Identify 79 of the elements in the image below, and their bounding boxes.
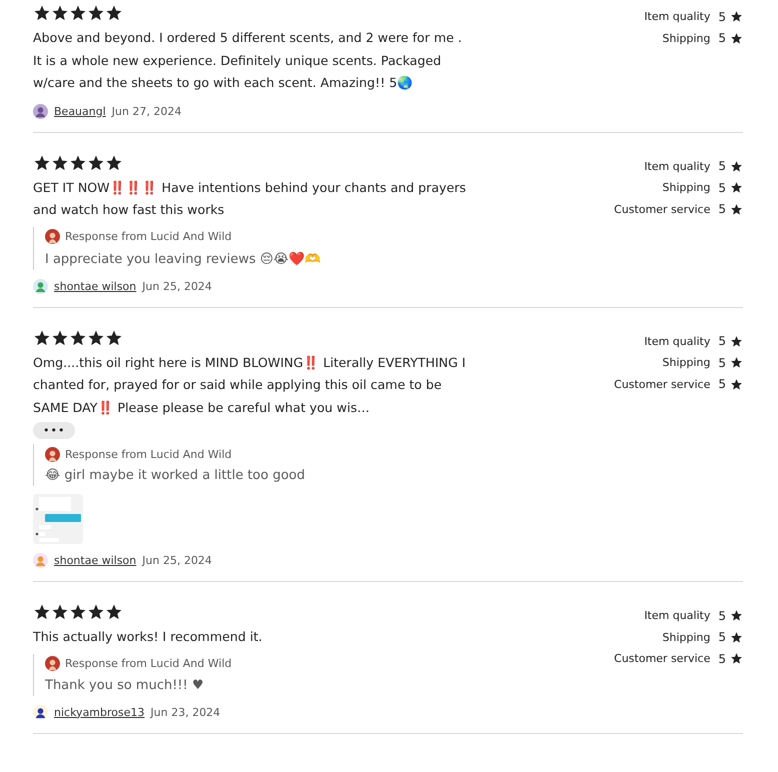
reviewer-link[interactable]: shontae wilson — [54, 554, 136, 567]
star-icon — [105, 603, 123, 621]
star-icon — [730, 378, 743, 391]
star-icon — [105, 328, 123, 346]
rating-label: Customer service — [614, 378, 710, 391]
avatar — [33, 104, 48, 118]
response-text: I appreciate you leaving reviews 😔😭❤🫶 — [45, 250, 321, 266]
star-icon — [51, 154, 69, 172]
star-icon — [730, 160, 743, 173]
review-date: Jun 25, 2024 — [142, 280, 212, 292]
star-icon — [87, 154, 105, 172]
rating-label: Item quality — [644, 160, 710, 173]
rating-value: 5 — [718, 202, 726, 216]
star-icon — [69, 328, 87, 346]
review-text: Omg....this oil right here is MIND BLOWING‼ Literally EVERYTHING I chanted for, prayed for or said while applying this oil came to be SAME DAY‼ Please please be careful what you wis… — [33, 354, 467, 417]
rating-value: 5 — [718, 356, 726, 370]
star-icon — [51, 4, 69, 22]
star-icon — [69, 154, 87, 172]
reviewer-link[interactable]: nickyambrose13 — [54, 706, 145, 718]
rating-value: 5 — [718, 159, 726, 174]
star-icon — [69, 4, 87, 22]
rating-label: Item quality — [644, 609, 710, 622]
rating-label: Customer service — [614, 652, 710, 666]
star-icon — [33, 603, 51, 621]
review-text: Above and beyond. I ordered 5 different scents, and 2 were for me . It is a whole new experience. Definitely unique scents. Packaged w/care and the sheets to go with each scent. Amazing!! 5🌏 — [33, 29, 463, 92]
rating-value: 5 — [718, 31, 726, 46]
star-icon — [730, 630, 743, 644]
star-icon — [105, 154, 123, 172]
rating-value: 5 — [718, 652, 726, 666]
avatar — [33, 553, 48, 568]
avatar — [33, 278, 48, 294]
star-icon — [87, 603, 105, 621]
reviewer-link[interactable]: Beauangl — [54, 104, 106, 118]
avatar — [33, 704, 48, 720]
more-button[interactable]: ••• — [33, 422, 76, 439]
shop-avatar — [45, 446, 60, 462]
star-icon — [730, 652, 743, 666]
response-label: Response from Lucid And Wild — [65, 448, 232, 460]
star-icon — [105, 4, 123, 22]
review-date: Jun 23, 2024 — [150, 706, 220, 718]
star-icon — [69, 603, 87, 621]
star-icon — [87, 328, 105, 346]
rating-value: 5 — [718, 377, 726, 392]
review-date: Jun 27, 2024 — [112, 104, 182, 118]
response-text: Thank you so much!!! ♥ — [45, 678, 205, 692]
shop-avatar — [45, 656, 60, 671]
rating-label: Shipping — [662, 181, 710, 194]
review-text: This actually works! I recommend it. — [33, 628, 264, 646]
star-icon — [730, 202, 743, 216]
rating-value: 5 — [718, 10, 726, 24]
rating-label: Shipping — [662, 630, 710, 644]
rating-label: Item quality — [644, 10, 710, 24]
rating-label: Shipping — [662, 32, 710, 45]
star-icon — [730, 334, 743, 348]
rating-value: 5 — [718, 334, 726, 348]
response-text: 😂 girl maybe it worked a little too good — [45, 468, 306, 483]
review-date: Jun 25, 2024 — [142, 554, 212, 567]
rating-value: 5 — [718, 608, 726, 623]
shop-avatar — [45, 229, 60, 244]
reviewer-link[interactable]: shontae wilson — [54, 280, 136, 292]
rating-value: 5 — [718, 180, 726, 195]
star-icon — [730, 609, 743, 622]
star-icon — [730, 10, 743, 24]
rating-label: Customer service — [614, 202, 710, 216]
star-icon — [33, 4, 51, 22]
response-label: Response from Lucid And Wild — [65, 657, 232, 670]
star-icon — [33, 154, 51, 172]
star-icon — [730, 181, 743, 194]
rating-label: Shipping — [662, 356, 710, 370]
rating-label: Item quality — [644, 334, 710, 348]
star-icon — [51, 603, 69, 621]
star-icon — [51, 328, 69, 346]
review-text: GET IT NOW‼‼‼ Have intentions behind your chants and prayers and watch how fast this works — [33, 178, 467, 219]
rating-value: 5 — [718, 630, 726, 644]
star-icon — [730, 356, 743, 370]
star-icon — [87, 4, 105, 22]
star-icon — [730, 32, 743, 45]
star-icon — [33, 328, 51, 346]
response-label: Response from Lucid And Wild — [65, 230, 232, 243]
